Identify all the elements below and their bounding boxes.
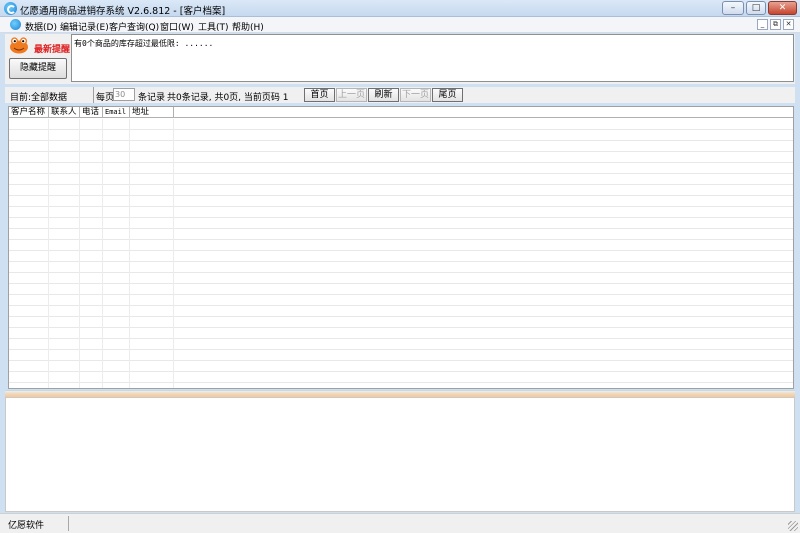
minimize-button[interactable]: – — [722, 1, 744, 15]
menu-window[interactable]: 窗口(W) — [160, 20, 194, 33]
current-filter-label: 目前:全部数据 — [10, 93, 68, 103]
close-button[interactable]: ✕ — [768, 1, 797, 15]
prev-page-button[interactable]: 上一页 — [336, 88, 367, 102]
table-header: 客户名称 联系人 电话 Email 地址 — [9, 107, 793, 118]
column-customer-name[interactable]: 客户名称 — [9, 107, 49, 118]
mdi-close-button[interactable]: ✕ — [783, 19, 794, 30]
window-title: 亿愿通用商品进销存系统 V2.6.812 - [客户档案] — [20, 6, 226, 17]
alert-message-box[interactable]: 有0个商品的库存超过最低限: ...... — [71, 34, 794, 82]
grid-divider — [173, 119, 174, 388]
hide-alert-button[interactable]: 隐藏提醒 — [9, 58, 67, 79]
pager-toolbar: 目前:全部数据 每页 30 条记录 共0条记录, 共0页, 当前页码 1 首页 … — [5, 87, 795, 103]
status-bar: 亿愿软件 — [0, 513, 800, 533]
grid-divider — [129, 119, 130, 388]
alert-panel: 最新提醒: 隐藏提醒 有0个商品的库存超过最低限: ...... — [5, 34, 795, 84]
mdi-minimize-button[interactable]: _ — [757, 19, 768, 30]
menu-customer-query[interactable]: 客户查询(Q) — [109, 20, 159, 33]
grid-divider — [48, 119, 49, 388]
records-label: 条记录 — [138, 93, 166, 103]
status-text: 亿愿软件 — [8, 521, 45, 531]
column-phone[interactable]: 电话 — [80, 107, 103, 118]
frog-icon — [10, 37, 28, 54]
panel-splitter[interactable] — [5, 390, 795, 397]
menu-edit-record[interactable]: 编辑记录(E) — [60, 20, 109, 33]
column-address[interactable]: 地址 — [130, 107, 174, 118]
column-contact[interactable]: 联系人 — [49, 107, 80, 118]
customer-table[interactable]: 客户名称 联系人 电话 Email 地址 — [8, 106, 794, 389]
last-page-button[interactable]: 尾页 — [432, 88, 463, 102]
app-menu-icon[interactable] — [10, 19, 21, 30]
pager-summary: 共0条记录, 共0页, 当前页码 1 — [167, 93, 289, 103]
empty-grid — [9, 119, 793, 388]
menu-tools[interactable]: 工具(T) — [198, 20, 229, 33]
title-bar: 亿愿通用商品进销存系统 V2.6.812 - [客户档案] – □ ✕ — [0, 0, 800, 17]
grid-divider — [79, 119, 80, 388]
first-page-button[interactable]: 首页 — [304, 88, 335, 102]
refresh-button[interactable]: 刷新 — [368, 88, 399, 102]
status-separator — [68, 516, 69, 531]
alert-message: 有0个商品的库存超过最低限: ...... — [74, 39, 214, 48]
column-email[interactable]: Email — [103, 107, 130, 118]
toolbar-separator — [93, 87, 94, 103]
next-page-button[interactable]: 下一页 — [400, 88, 431, 102]
menu-help[interactable]: 帮助(H) — [232, 20, 264, 33]
maximize-button[interactable]: □ — [746, 1, 766, 15]
detail-panel — [5, 397, 795, 512]
per-page-label: 每页 — [96, 93, 115, 103]
resize-grip-icon[interactable] — [788, 521, 798, 531]
app-icon — [4, 2, 17, 15]
grid-divider — [102, 119, 103, 388]
alert-title: 最新提醒: — [34, 45, 74, 55]
mdi-restore-button[interactable]: ⧉ — [770, 19, 781, 30]
menu-bar: 数据(D) 编辑记录(E) 客户查询(Q) 窗口(W) 工具(T) 帮助(H) … — [0, 17, 800, 33]
per-page-input[interactable]: 30 — [113, 88, 135, 101]
menu-data[interactable]: 数据(D) — [25, 20, 57, 33]
